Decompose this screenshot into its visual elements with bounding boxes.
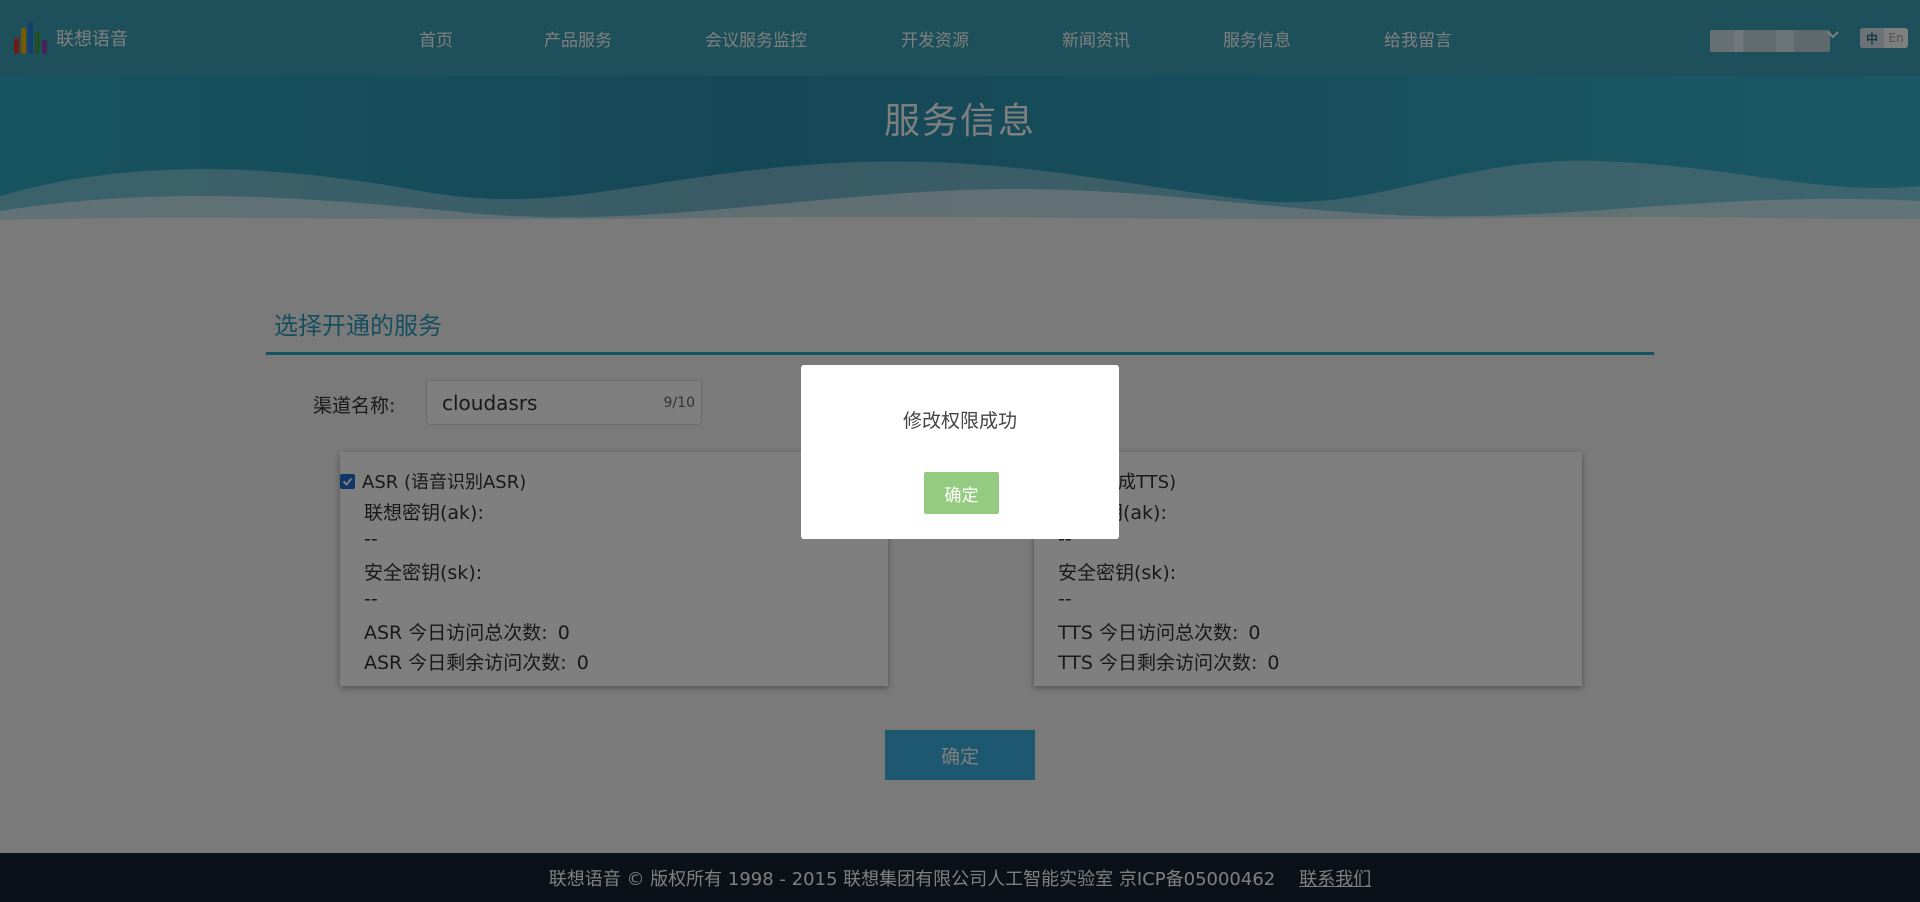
success-dialog: 修改权限成功 确定 [801,365,1119,539]
dialog-ok-button[interactable]: 确定 [924,472,999,514]
dialog-message: 修改权限成功 [902,410,1017,432]
